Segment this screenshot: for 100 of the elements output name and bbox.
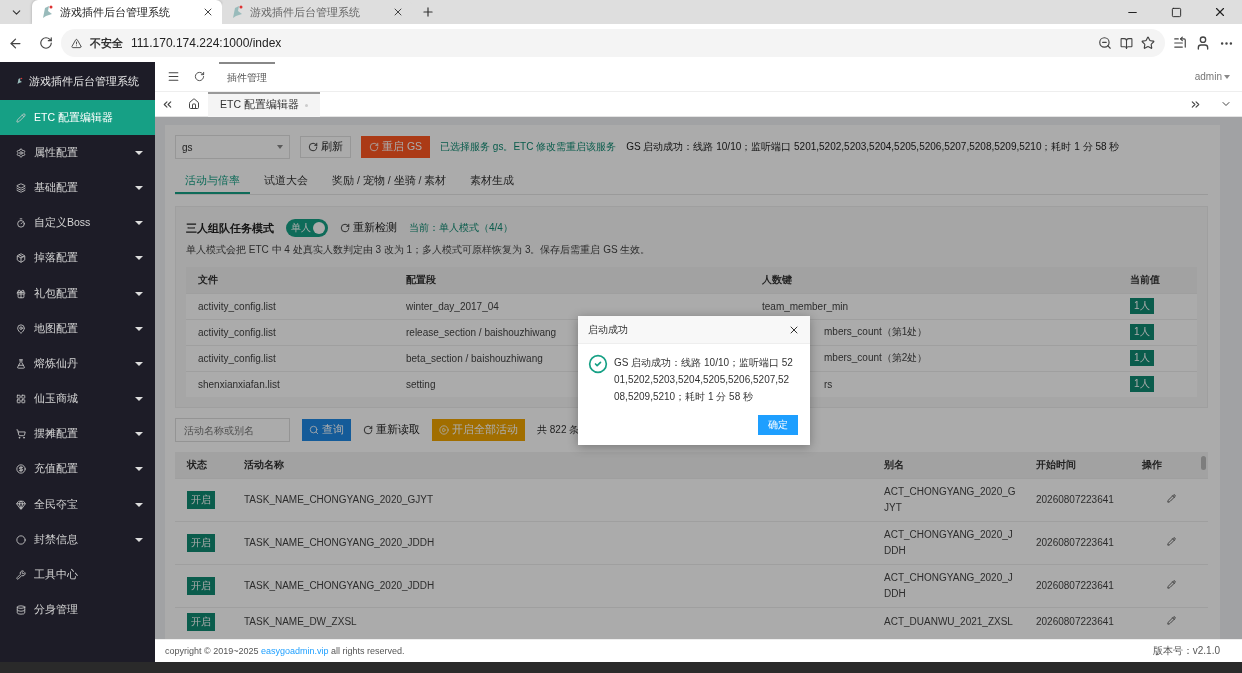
dialog-title: 启动成功 bbox=[588, 322, 628, 337]
package-icon bbox=[16, 253, 26, 264]
refresh-button[interactable]: 刷新 bbox=[300, 136, 351, 158]
close-icon[interactable] bbox=[392, 6, 404, 18]
edit-icon[interactable] bbox=[1166, 615, 1176, 625]
address-field[interactable]: 不安全 111.170.174.224:1000/index bbox=[61, 29, 1165, 57]
close-icon[interactable] bbox=[202, 6, 214, 18]
check-icon bbox=[588, 354, 608, 374]
column-header: 操作 bbox=[1130, 452, 1208, 478]
column-header: 开始时间 bbox=[1024, 452, 1130, 478]
scrollbar[interactable] bbox=[1201, 456, 1206, 470]
value-tag: 1人 bbox=[1130, 350, 1154, 366]
copyright-text: copyright © 2019~2025 bbox=[165, 646, 259, 656]
sidebar-item[interactable]: 自定义Boss bbox=[0, 205, 155, 241]
sidebar-item[interactable]: 地图配置 bbox=[0, 311, 155, 347]
table-cell: activity_config.list bbox=[186, 293, 394, 319]
gift-icon bbox=[16, 288, 26, 299]
plus-icon[interactable] bbox=[421, 5, 435, 19]
sidebar-item[interactable]: 熔炼仙丹 bbox=[0, 346, 155, 382]
menu-icon[interactable] bbox=[167, 70, 180, 83]
current-mode: 当前：单人模式（4/4） bbox=[409, 221, 513, 235]
gear-icon bbox=[16, 147, 26, 158]
layers-icon bbox=[16, 182, 26, 193]
status-tag: 开启 bbox=[187, 612, 215, 631]
logo-icon bbox=[40, 4, 54, 20]
star-icon[interactable] bbox=[1141, 36, 1155, 50]
table-cell: 20260807223641 bbox=[1024, 478, 1130, 521]
sidebar-item[interactable]: 属性配置 bbox=[0, 135, 155, 171]
column-header: 别名 bbox=[872, 452, 1024, 478]
table-cell: 20260807223641 bbox=[1024, 521, 1130, 564]
home-icon[interactable] bbox=[188, 98, 200, 110]
column-header: 当前值 bbox=[1118, 267, 1197, 293]
search-field[interactable]: 活动名称或别名 bbox=[175, 418, 290, 442]
map-pin-icon bbox=[16, 323, 26, 334]
warning-icon bbox=[71, 37, 82, 49]
back-icon[interactable] bbox=[8, 35, 23, 51]
profile-icon[interactable] bbox=[1195, 35, 1211, 51]
table-cell: shenxianxiafan.list bbox=[186, 371, 394, 397]
timer-icon bbox=[16, 218, 26, 229]
table-cell: TASK_NAME_CHONGYANG_2020_GJYT bbox=[232, 478, 872, 521]
coin-icon bbox=[16, 464, 26, 475]
sidebar-item[interactable]: 基础配置 bbox=[0, 170, 155, 206]
reload-button[interactable]: 重新读取 bbox=[363, 423, 420, 437]
sidebar-item[interactable]: 封禁信息 bbox=[0, 522, 155, 558]
favorites-icon[interactable] bbox=[1173, 36, 1187, 50]
table-cell: TASK_NAME_CHONGYANG_2020_JDDH bbox=[232, 564, 872, 607]
reload-icon[interactable] bbox=[39, 36, 53, 50]
refresh-icon[interactable] bbox=[194, 71, 205, 82]
grid-icon bbox=[16, 394, 26, 405]
database-icon bbox=[16, 605, 26, 616]
status-tag: 开启 bbox=[187, 490, 215, 509]
wrench-icon bbox=[16, 570, 26, 581]
url-text: 111.170.174.224:1000/index bbox=[131, 36, 282, 50]
value-tag: 1人 bbox=[1130, 376, 1154, 393]
sidebar-item[interactable]: 分身管理 bbox=[0, 592, 155, 628]
table-cell: TASK_NAME_CHONGYANG_2020_JDDH bbox=[232, 521, 872, 564]
sidebar-item[interactable]: 礼包配置 bbox=[0, 275, 155, 312]
edit-icon[interactable] bbox=[1166, 579, 1176, 589]
pencil-icon bbox=[16, 112, 26, 123]
search-icon bbox=[309, 425, 319, 435]
user-menu[interactable]: admin bbox=[1194, 71, 1230, 82]
version-text: 版本号：v2.1.0 bbox=[1152, 644, 1220, 658]
tab[interactable]: 素材生成 bbox=[460, 169, 525, 194]
close-icon[interactable] bbox=[1213, 5, 1227, 19]
sidebar-item[interactable]: 仙玉商城 bbox=[0, 381, 155, 417]
flask-icon bbox=[16, 358, 26, 369]
column-header: 配置段 bbox=[394, 267, 750, 293]
zoom-out-icon[interactable] bbox=[1098, 36, 1112, 50]
app-title: 游戏插件后台管理系统 bbox=[29, 73, 139, 89]
sidebar-item[interactable]: 摆摊配置 bbox=[0, 416, 155, 452]
table-cell: activity_config.list bbox=[186, 345, 394, 371]
sidebar-item[interactable]: 全民夺宝 bbox=[0, 487, 155, 523]
reader-icon[interactable] bbox=[1120, 36, 1133, 50]
browser-tab[interactable]: 游戏插件后台管理系统 bbox=[32, 0, 222, 24]
edit-icon[interactable] bbox=[1166, 493, 1176, 503]
status-tag: 开启 bbox=[187, 533, 215, 552]
cart-icon bbox=[16, 429, 26, 440]
recheck-button[interactable]: 重新检测 bbox=[340, 221, 397, 235]
refresh-icon bbox=[363, 425, 373, 435]
table-cell: activity_config.list bbox=[186, 319, 394, 345]
rights-text: all rights reserved. bbox=[331, 646, 405, 656]
play-icon bbox=[439, 425, 449, 435]
service-note: 已选择服务 gs。ETC 修改需重启该服务 bbox=[440, 140, 617, 154]
sidebar-item[interactable]: 掉落配置 bbox=[0, 240, 155, 276]
page-tab[interactable]: ETC 配置编辑器 bbox=[208, 91, 320, 117]
tab[interactable]: 奖励 / 宠物 / 坐骑 / 素材 bbox=[322, 169, 457, 194]
status-tag: 开启 bbox=[187, 576, 215, 595]
sidebar-item[interactable]: 工具中心 bbox=[0, 557, 155, 593]
sidebar-item[interactable]: 充值配置 bbox=[0, 451, 155, 488]
value-tag: 1人 bbox=[1130, 324, 1154, 340]
service-select[interactable]: gs bbox=[175, 135, 290, 159]
refresh-icon bbox=[308, 142, 318, 152]
gem-icon bbox=[16, 499, 26, 510]
status-text: GS 启动成功：线路 10/10；监听端口 5201,5202,5203,5204,5205,5206,5207,5208,5209,5210；耗时 1 分 58 秒 bbox=[626, 140, 1120, 154]
maximize-icon[interactable] bbox=[1170, 6, 1182, 18]
table-cell: 20260807223641 bbox=[1024, 607, 1130, 636]
tab[interactable]: 试道大会 bbox=[254, 169, 318, 194]
edit-icon[interactable] bbox=[1166, 536, 1176, 546]
circle-icon bbox=[16, 534, 26, 545]
table-cell: TASK_NAME_DW_ZXSL bbox=[232, 607, 872, 636]
